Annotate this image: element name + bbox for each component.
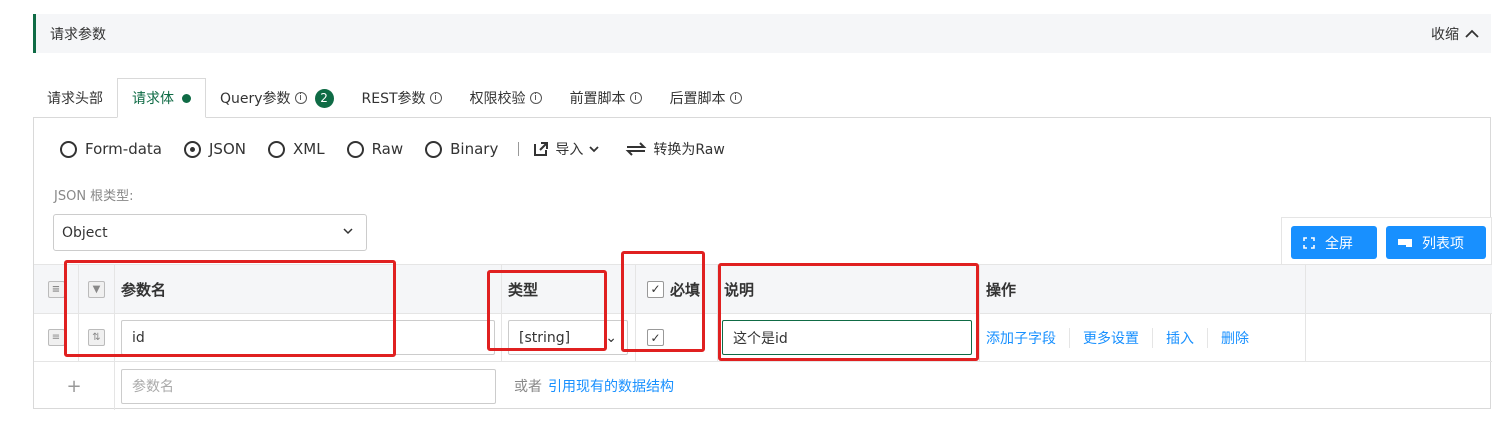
view-buttons: 全屏 列表项	[1281, 217, 1492, 265]
header-desc: 说明	[718, 265, 980, 313]
tab-auth[interactable]: 权限校验 i	[456, 78, 556, 118]
fullscreen-icon	[1303, 236, 1315, 249]
drag-handle-icon[interactable]: ≡	[47, 329, 65, 346]
fullscreen-button[interactable]: 全屏	[1291, 226, 1377, 259]
root-type-select[interactable]: Object	[53, 214, 367, 251]
active-dot-icon	[182, 93, 191, 103]
table-row: ≡ ⇅ id [string] ⌄ ✓ 这个是id 添加子字段 更多设置 插入 删…	[34, 314, 1492, 362]
header-required: ✓ 必填	[636, 265, 718, 313]
new-row: + 参数名 或者 引用现有的数据结构	[34, 362, 1492, 410]
delete-link[interactable]: 删除	[1208, 328, 1262, 348]
row-actions: 添加子字段 更多设置 插入 删除	[980, 314, 1306, 361]
radio-binary[interactable]: Binary	[425, 140, 498, 158]
list-view-button[interactable]: 列表项	[1386, 226, 1486, 259]
request-tabs: 请求头部 请求体 Query参数 i 2 REST参数 i 权限校验 i 前置脚本 i 后…	[33, 78, 756, 118]
chevron-up-icon	[1465, 29, 1479, 38]
or-label: 或者	[514, 379, 542, 395]
import-icon	[534, 142, 549, 156]
chevron-down-icon: ⌄	[605, 329, 617, 346]
import-button[interactable]: 导入	[533, 139, 599, 159]
list-icon	[1398, 238, 1412, 247]
radio-raw[interactable]: Raw	[346, 140, 403, 158]
tab-body[interactable]: 请求体	[117, 78, 206, 118]
more-settings-link[interactable]: 更多设置	[1070, 327, 1153, 348]
param-type-select[interactable]: [string] ⌄	[508, 320, 628, 355]
divider	[518, 142, 520, 156]
root-type-label: JSON 根类型:	[54, 189, 134, 204]
required-all-checkbox[interactable]: ✓	[647, 280, 664, 298]
info-icon: i	[429, 92, 442, 104]
header-name: 参数名	[115, 265, 502, 313]
header-type: 类型	[502, 265, 636, 313]
info-icon: i	[729, 92, 742, 104]
table-header: ≡ ▼ 参数名 类型 ✓ 必填 说明 操作	[34, 264, 1492, 314]
add-row-icon[interactable]: +	[34, 362, 115, 410]
convert-raw-button[interactable]: 转换为Raw	[625, 139, 725, 159]
sort-handle-icon[interactable]: ⇅	[88, 329, 105, 346]
required-checkbox[interactable]: ✓	[647, 329, 664, 346]
collapse-button[interactable]: 收缩	[1431, 24, 1479, 44]
param-name-input[interactable]: id	[121, 320, 495, 355]
param-desc-input[interactable]: 这个是id	[722, 320, 972, 355]
info-icon: i	[529, 92, 542, 104]
header-ops: 操作	[980, 265, 1306, 313]
insert-link[interactable]: 插入	[1153, 327, 1208, 348]
chevron-down-icon	[343, 228, 353, 235]
radio-xml[interactable]: XML	[267, 140, 325, 158]
body-panel: Form-data JSON XML Raw Binary 导入 转换为Raw …	[33, 117, 1492, 410]
section-title: 请求参数	[50, 27, 106, 43]
section-header: 请求参数 收缩	[33, 14, 1491, 53]
reference-structure-link[interactable]: 引用现有的数据结构	[548, 376, 674, 396]
tab-query[interactable]: Query参数 i 2	[206, 78, 348, 118]
info-icon: i	[629, 92, 642, 104]
chevron-down-icon	[589, 146, 599, 153]
expand-all-icon[interactable]: ▼	[88, 280, 105, 298]
radio-form-data[interactable]: Form-data	[60, 140, 162, 158]
collapse-label: 收缩	[1431, 27, 1459, 43]
tab-headers[interactable]: 请求头部	[33, 78, 117, 118]
convert-icon	[625, 142, 647, 156]
new-param-name-input[interactable]: 参数名	[121, 368, 496, 404]
tab-rest[interactable]: REST参数 i	[348, 78, 456, 118]
info-icon: i	[294, 92, 307, 104]
body-type-radios: Form-data JSON XML Raw Binary 导入 转换为Raw	[60, 138, 751, 160]
count-badge: 2	[314, 88, 334, 108]
tab-pre-script[interactable]: 前置脚本 i	[556, 78, 656, 118]
drag-handle-icon[interactable]: ≡	[47, 280, 65, 298]
radio-json[interactable]: JSON	[184, 140, 246, 158]
add-child-link[interactable]: 添加子字段	[986, 327, 1070, 348]
tab-post-script[interactable]: 后置脚本 i	[656, 78, 756, 118]
